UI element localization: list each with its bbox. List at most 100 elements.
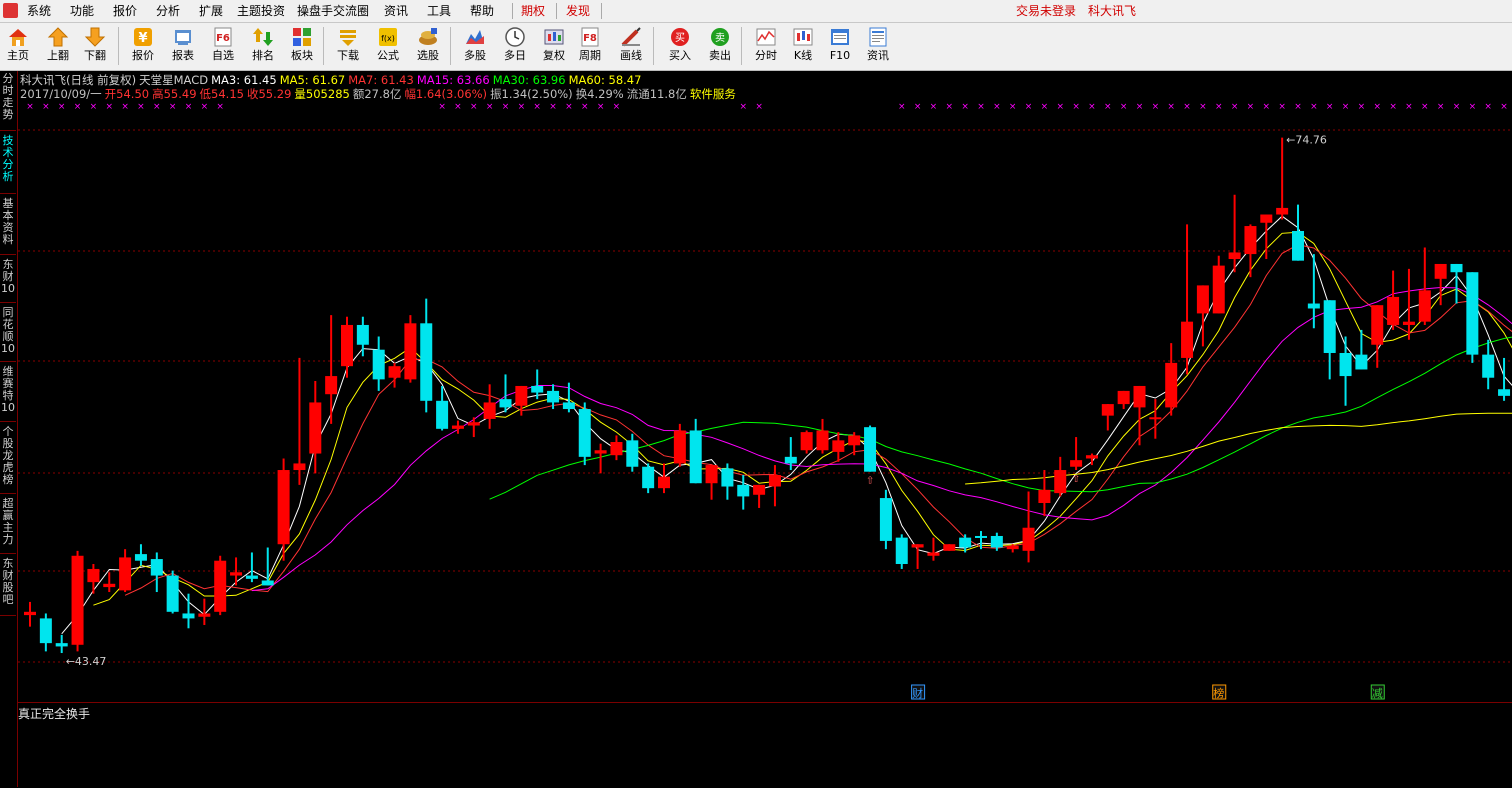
menu-item-7[interactable]: 资讯: [384, 3, 408, 19]
candle-body: [864, 427, 877, 472]
toolbar-button-17[interactable]: 卖卖出: [702, 25, 738, 68]
quote-field: 额27.8亿: [352, 87, 402, 101]
toolbar-button-6[interactable]: 排名: [245, 25, 281, 68]
kline-chart[interactable]: × × × × × × × × × × × × × × × × × × × × × × × × × × × × × × × × × × × × × × × ×…: [18, 71, 1512, 702]
toolbar-button-label: K线: [793, 49, 813, 62]
menu-item-3[interactable]: 分析: [156, 3, 180, 19]
menu-item-5[interactable]: 主题投资: [237, 3, 285, 19]
candle-body: [1323, 300, 1336, 353]
menu-item-6[interactable]: 操盘手交流圈: [297, 3, 369, 19]
toolbar-button-18[interactable]: 分时: [748, 25, 784, 68]
menu-item-4[interactable]: 扩展: [199, 3, 223, 19]
f8-icon: F8: [572, 26, 608, 48]
quote-field: 收55.29: [246, 87, 292, 101]
svg-text:买: 买: [675, 32, 685, 44]
candle-body: [150, 559, 163, 576]
candle-body: [24, 611, 36, 616]
sub-indicator-panel[interactable]: 真正完全换手: [18, 702, 1512, 788]
toolbar-button-label: 主页: [7, 49, 29, 62]
candle-body: [39, 618, 52, 644]
buy-signal-icon: ⇧: [1072, 474, 1080, 485]
multi-stock-icon: [457, 26, 493, 48]
toolbar-button-14[interactable]: F8 周期: [572, 25, 608, 68]
candle-body: [515, 385, 528, 406]
toolbar-button-13[interactable]: 复权: [536, 25, 572, 68]
signal-marker: ×: [1009, 102, 1017, 112]
menu-item-highlight-1[interactable]: 发现: [566, 3, 590, 19]
toolbar-button-15[interactable]: 画线: [613, 25, 649, 68]
stock-title: 科大讯飞(日线 前复权): [20, 73, 137, 87]
signal-marker: ×: [1215, 102, 1223, 112]
toolbar-button-7[interactable]: 板块: [284, 25, 320, 68]
side-tab-5[interactable]: 维赛特10: [0, 364, 16, 422]
f10-icon: [822, 26, 858, 48]
side-tab-1[interactable]: 技术分析: [0, 133, 16, 194]
candle-body: [451, 425, 464, 429]
signal-marker: ×: [1453, 102, 1461, 112]
signal-marker: ×: [1247, 102, 1255, 112]
indicator-name: 天堂星MACD: [139, 73, 209, 87]
toolbar-button-1[interactable]: 上翻: [40, 25, 76, 68]
toolbar-button-20[interactable]: F10: [822, 25, 858, 68]
candle-body: [578, 409, 591, 457]
signal-marker: ×: [518, 102, 526, 112]
toolbar-button-0[interactable]: 主页: [0, 25, 36, 68]
toolbar-button-5[interactable]: F6 自选: [205, 25, 241, 68]
event-tag-label: 榜: [1213, 686, 1224, 700]
toolbar-button-4[interactable]: 报表: [165, 25, 201, 68]
side-tab-4[interactable]: 同花顺10: [0, 305, 16, 362]
kline-chart-canvas[interactable]: × × × × × × × × × × × × × × × × × × × × × × × × × × × × × × × × × × × × × × × ×…: [18, 71, 1512, 702]
candle-body: [436, 400, 449, 429]
candle-body: [1402, 321, 1415, 325]
ma-legend-item: MA60: 58.47: [568, 73, 642, 87]
toolbar-button-12[interactable]: 多日: [497, 25, 533, 68]
login-status[interactable]: 交易未登录: [1016, 3, 1076, 19]
toolbar-divider: [118, 27, 119, 65]
signal-marker: ×: [42, 102, 50, 112]
kline-icon: [785, 26, 821, 48]
toolbar-button-16[interactable]: 买买入: [662, 25, 698, 68]
home-icon: [0, 26, 36, 48]
toolbar-button-8[interactable]: 下载: [330, 25, 366, 68]
toolbar-divider: [450, 27, 451, 65]
toolbar-button-label: F10: [829, 49, 851, 62]
signal-marker: ×: [1358, 102, 1366, 112]
left-tab-bar: 分时走势技术分析基本资料东财10 同花顺10 维赛特10 个股龙虎榜超赢主力东财股吧: [0, 71, 18, 787]
menu-item-2[interactable]: 报价: [113, 3, 137, 19]
candle-body: [277, 470, 290, 545]
signal-marker: ×: [1231, 102, 1239, 112]
side-tab-6[interactable]: 个股龙虎榜: [0, 424, 16, 494]
side-tab-2[interactable]: 基本资料: [0, 196, 16, 255]
signal-marker: ×: [90, 102, 98, 112]
side-tab-7[interactable]: 超赢主力: [0, 496, 16, 554]
signal-marker: ×: [993, 102, 1001, 112]
candle-body: [245, 575, 258, 579]
side-tab-3[interactable]: 东财10: [0, 257, 16, 303]
candle-body: [990, 535, 1003, 548]
menu-item-8[interactable]: 工具: [427, 3, 451, 19]
candle-body: [816, 430, 829, 451]
toolbar-button-3[interactable]: ¥ 报价: [125, 25, 161, 68]
quote-field: 换4.29%: [575, 87, 624, 101]
toolbar-button-9[interactable]: f(x) 公式: [370, 25, 406, 68]
signal-marker: ×: [1120, 102, 1128, 112]
menu-item-0[interactable]: 系统: [27, 3, 51, 19]
candle-body: [689, 430, 702, 484]
side-tab-0[interactable]: 分时走势: [0, 71, 16, 131]
toolbar-button-10[interactable]: 选股: [410, 25, 446, 68]
menu-item-highlight-0[interactable]: 期权: [521, 3, 545, 19]
menu-item-1[interactable]: 功能: [70, 3, 94, 19]
signal-marker: ×: [1437, 102, 1445, 112]
ma-legend-item: MA5: 61.67: [279, 73, 346, 87]
toolbar-button-11[interactable]: 多股: [457, 25, 493, 68]
toolbar-button-2[interactable]: 下翻: [77, 25, 113, 68]
menu-item-9[interactable]: 帮助: [470, 3, 494, 19]
product-name: 科大讯飞: [1088, 4, 1137, 18]
toolbar-button-21[interactable]: 资讯: [860, 25, 896, 68]
signal-marker: ×: [1310, 102, 1318, 112]
signal-marker: ×: [470, 102, 478, 112]
rank-icon: [245, 26, 281, 48]
toolbar-button-19[interactable]: K线: [785, 25, 821, 68]
side-tab-8[interactable]: 东财股吧: [0, 556, 16, 616]
candle-body: [1260, 214, 1273, 223]
